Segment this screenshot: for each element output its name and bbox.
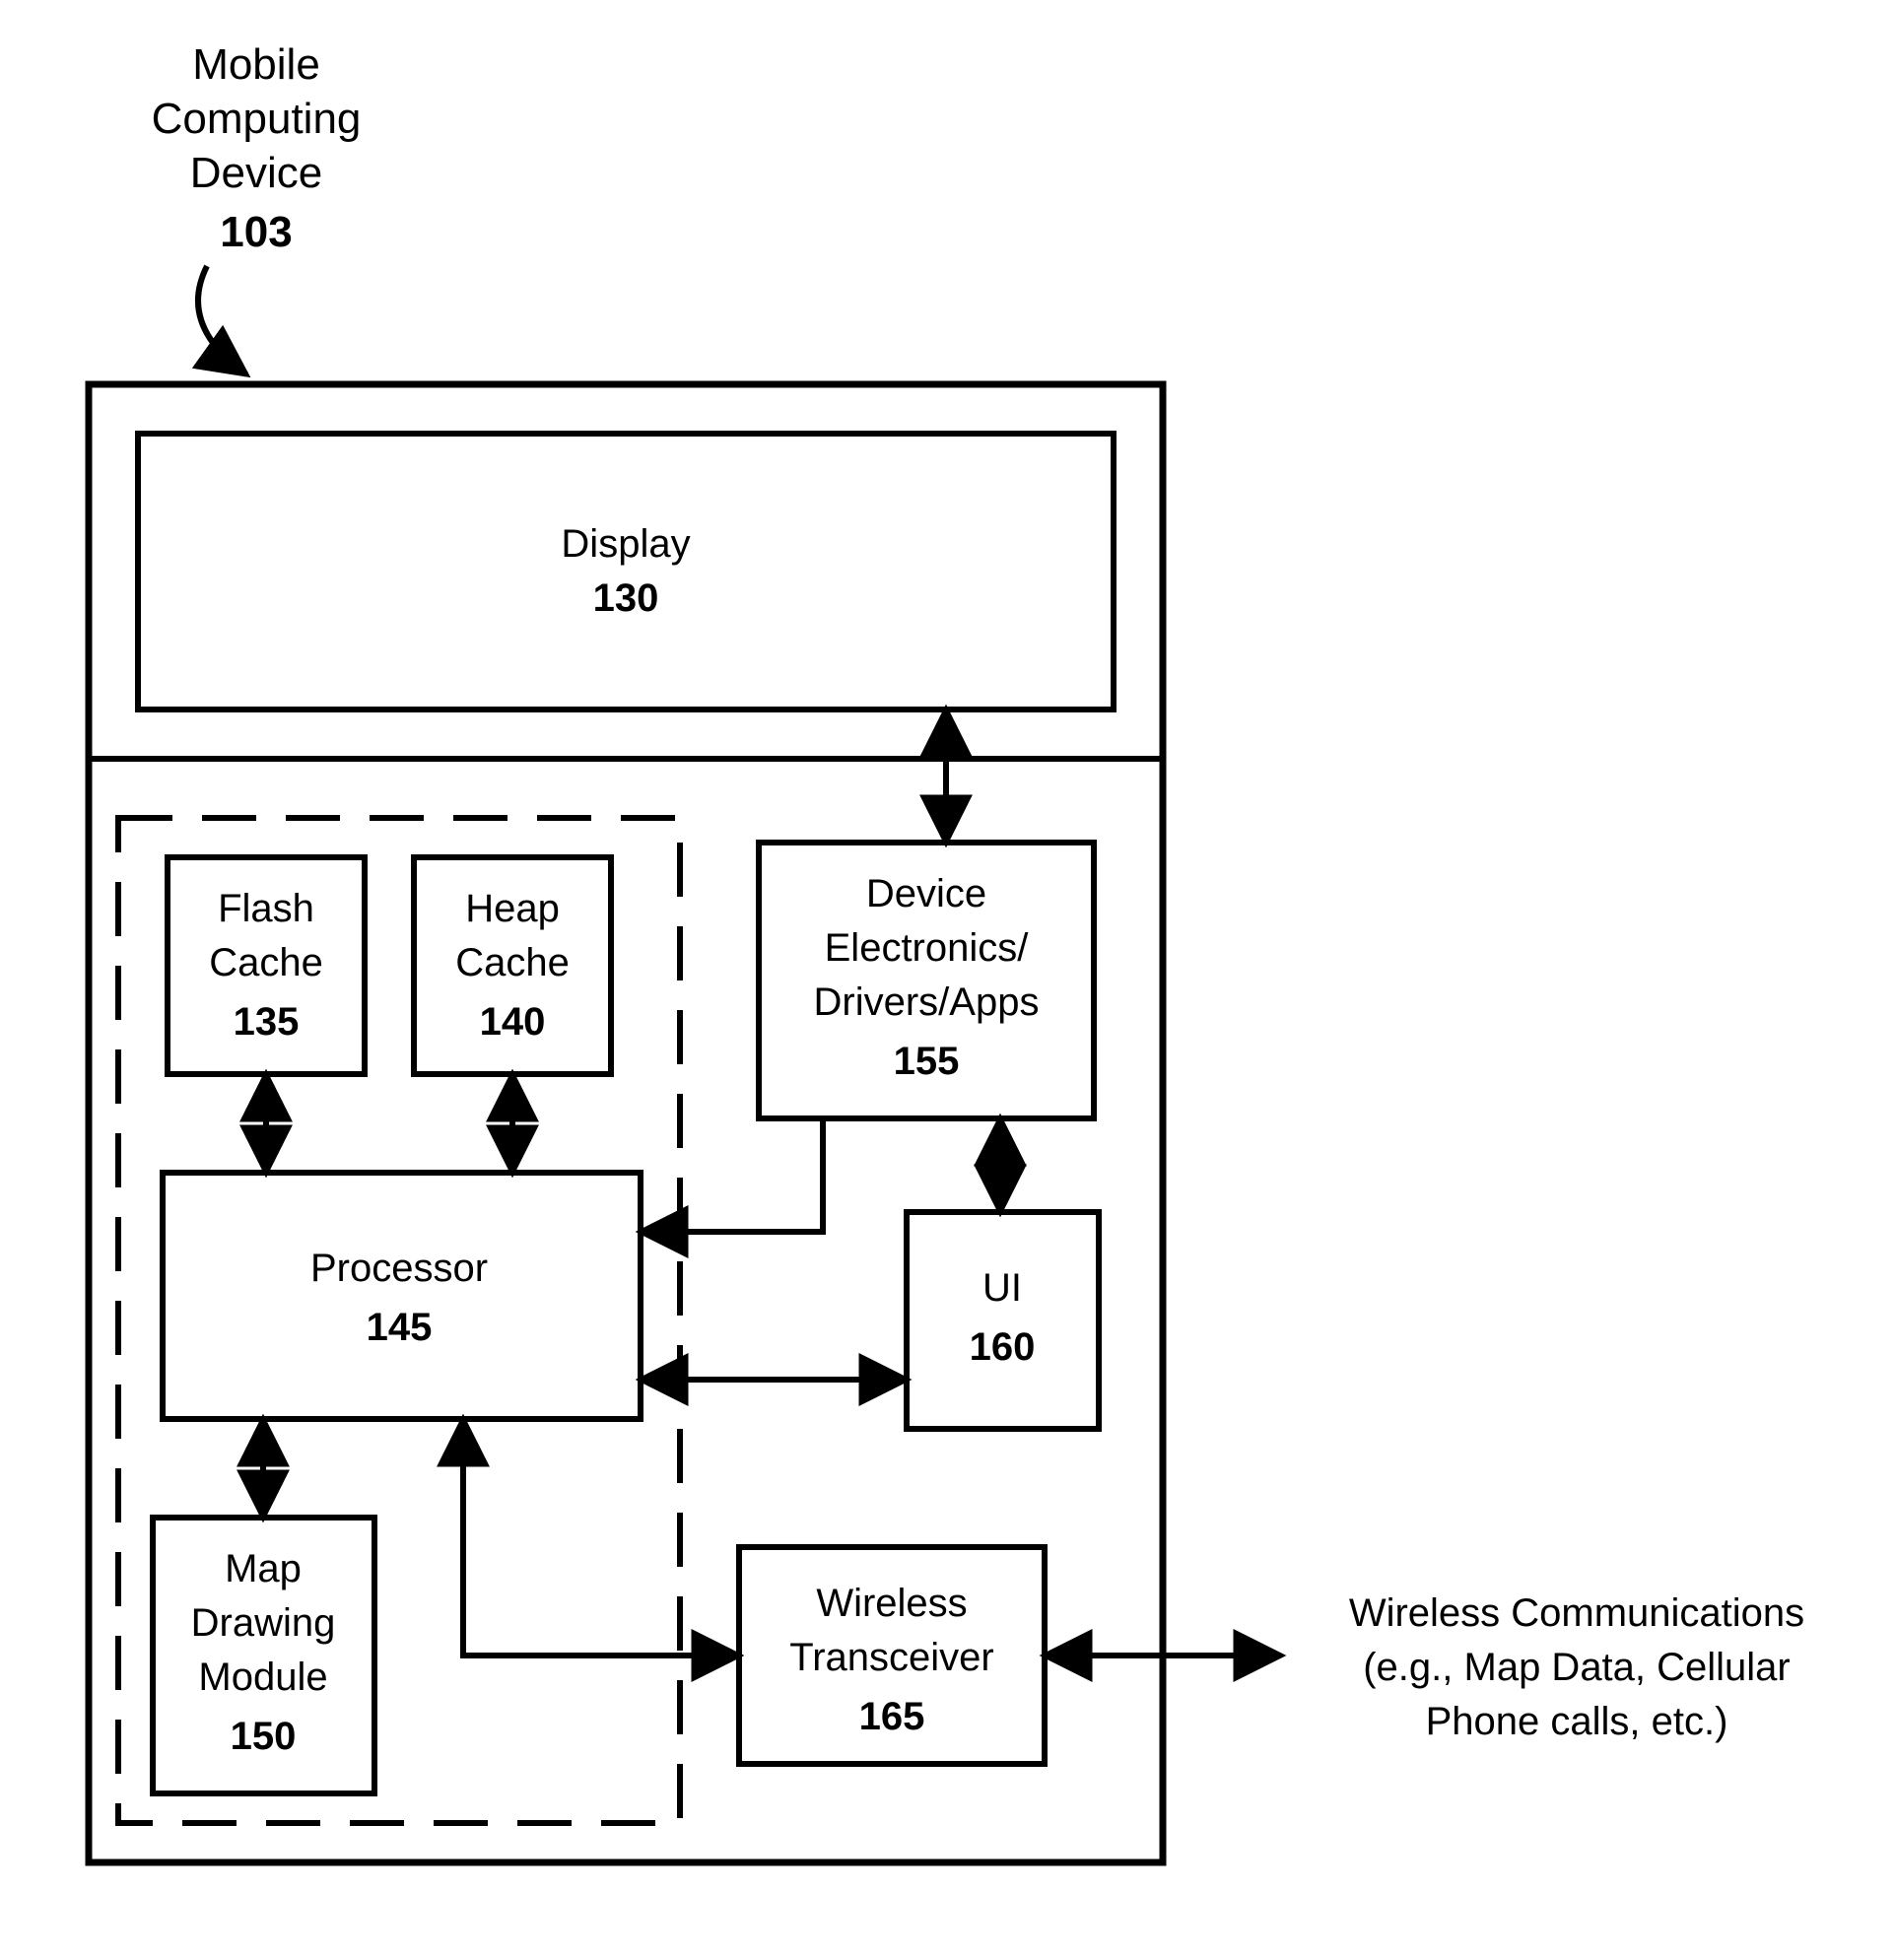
processor-ref: 145 — [367, 1306, 433, 1349]
title-pointer — [198, 266, 246, 374]
device-ref: 155 — [894, 1040, 960, 1083]
ext-line2: (e.g., Map Data, Cellular — [1363, 1646, 1791, 1689]
wireless-ref: 165 — [859, 1695, 925, 1738]
external-comms-label: Wireless Communications (e.g., Map Data,… — [1349, 1591, 1804, 1743]
ext-line1: Wireless Communications — [1349, 1591, 1804, 1635]
processor-label: Processor — [310, 1247, 488, 1290]
heap-line2: Cache — [455, 941, 570, 984]
display-ref: 130 — [593, 576, 659, 620]
flash-ref: 135 — [234, 1000, 300, 1044]
heap-line1: Heap — [465, 887, 560, 930]
device-line2: Electronics/ — [825, 926, 1030, 970]
ui-ref: 160 — [970, 1325, 1036, 1369]
map-line3: Module — [198, 1656, 327, 1699]
heap-ref: 140 — [480, 1000, 546, 1044]
map-ref: 150 — [231, 1715, 297, 1758]
title-ref: 103 — [220, 208, 292, 256]
connectors — [263, 710, 1281, 1656]
display-block: Display 130 — [138, 434, 1114, 710]
flash-cache-block: Flash Cache 135 — [168, 857, 365, 1074]
wireless-line2: Transceiver — [789, 1636, 993, 1679]
display-label: Display — [561, 522, 690, 566]
device-line3: Drivers/Apps — [814, 980, 1040, 1024]
arrow-map-wireless — [463, 1419, 739, 1656]
map-module-block: Map Drawing Module 150 — [153, 1518, 374, 1793]
wireless-block: Wireless Transceiver 165 — [739, 1547, 1045, 1764]
title-line2: Computing — [152, 95, 362, 143]
ext-line3: Phone calls, etc.) — [1426, 1700, 1728, 1743]
title-line3: Device — [190, 149, 323, 197]
wireless-line1: Wireless — [816, 1582, 967, 1625]
heap-cache-block: Heap Cache 140 — [414, 857, 611, 1074]
processor-block: Processor 145 — [163, 1173, 641, 1419]
flash-line1: Flash — [218, 887, 314, 930]
title-line1: Mobile — [192, 40, 320, 89]
map-line2: Drawing — [191, 1601, 336, 1645]
ui-label: UI — [982, 1266, 1022, 1310]
device-line1: Device — [866, 872, 986, 915]
title-block: Mobile Computing Device 103 — [152, 40, 362, 374]
arrow-device-to-processor — [641, 1118, 823, 1232]
map-line1: Map — [225, 1547, 302, 1590]
diagram-svg: Mobile Computing Device 103 Display 130 … — [0, 0, 1895, 1960]
device-electronics-block: Device Electronics/ Drivers/Apps 155 — [759, 843, 1094, 1118]
flash-line2: Cache — [209, 941, 323, 984]
ui-block: UI 160 — [907, 1212, 1099, 1429]
